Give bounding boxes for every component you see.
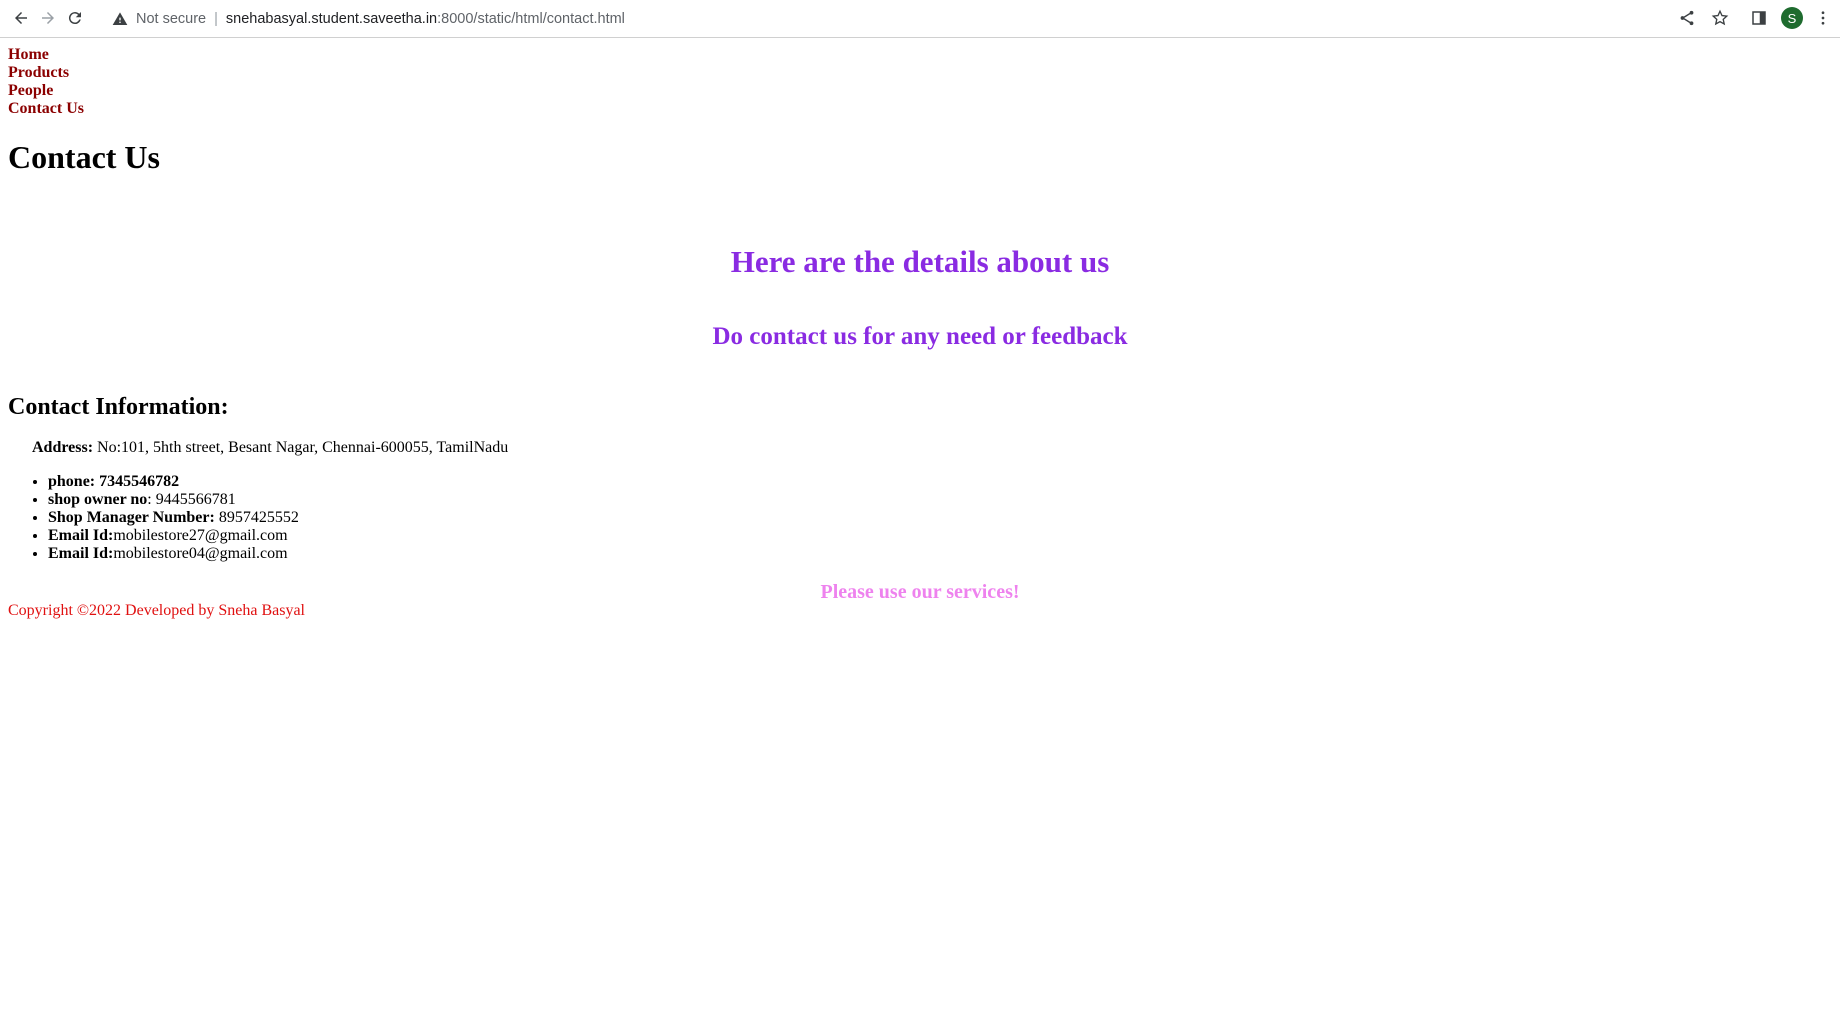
- list-item-phone: phone: 7345546782: [48, 473, 1832, 491]
- bookmark-star-icon[interactable]: [1709, 7, 1731, 29]
- list-item-label: Email Id:: [48, 545, 114, 562]
- url-path: :8000/static/html/contact.html: [437, 10, 625, 27]
- browser-toolbar: Not secure | snehabasyal.student.saveeth…: [0, 0, 1840, 38]
- forward-arrow-icon[interactable]: [37, 7, 59, 29]
- side-panel-icon[interactable]: [1748, 7, 1770, 29]
- address-separator: |: [214, 10, 218, 27]
- page-title: Contact Us: [8, 139, 160, 175]
- list-item-value: mobilestore27@gmail.com: [113, 527, 288, 544]
- details-heading: Here are the details about us: [730, 244, 1110, 279]
- list-item-shop-manager: Shop Manager Number: 8957425552: [48, 509, 1832, 527]
- security-status: Not secure: [136, 10, 207, 27]
- contact-list: phone: 7345546782 shop owner no: 9445566…: [8, 473, 1832, 563]
- list-item-label: shop owner no: [48, 491, 148, 508]
- list-item-value: : 9445566781: [147, 491, 236, 508]
- back-arrow-icon[interactable]: [10, 7, 32, 29]
- list-item-shop-owner: shop owner no: 9445566781: [48, 491, 1832, 509]
- list-item-value: mobilestore04@gmail.com: [113, 545, 288, 562]
- address-line: Address: No:101, 5hth street, Besant Nag…: [32, 438, 1832, 458]
- nav-link-home[interactable]: Home: [8, 46, 1832, 64]
- warning-icon: [112, 11, 128, 25]
- list-item-value: 8957425552: [214, 509, 299, 526]
- list-item-email-1: Email Id:mobilestore27@gmail.com: [48, 527, 1832, 545]
- address-label: Address:: [32, 439, 94, 456]
- contact-info-heading: Contact Information:: [8, 394, 229, 420]
- page-content: Home Products People Contact Us Contact …: [0, 38, 1840, 621]
- site-nav: Home Products People Contact Us: [8, 46, 1832, 118]
- copyright-footer: Copyright ©2022 Developed by Sneha Basya…: [8, 602, 305, 619]
- nav-link-people[interactable]: People: [8, 82, 1832, 100]
- nav-link-contact-us[interactable]: Contact Us: [8, 100, 1832, 118]
- share-icon[interactable]: [1676, 7, 1698, 29]
- contact-heading: Do contact us for any need or feedback: [712, 323, 1128, 350]
- more-menu-icon[interactable]: [1812, 7, 1834, 29]
- list-item-label: Shop Manager Number:: [48, 509, 215, 526]
- url-host: snehabasyal.student.saveetha.in: [225, 10, 438, 27]
- nav-link-products[interactable]: Products: [8, 64, 1832, 82]
- address-bar[interactable]: Not secure | snehabasyal.student.saveeth…: [112, 5, 625, 32]
- list-item-label: Email Id:: [48, 527, 114, 544]
- list-item-email-2: Email Id:mobilestore04@gmail.com: [48, 545, 1832, 563]
- reload-icon[interactable]: [64, 7, 86, 29]
- profile-avatar[interactable]: S: [1781, 7, 1803, 29]
- list-item-label: phone: 7345546782: [48, 473, 180, 490]
- address-value: No:101, 5hth street, Besant Nagar, Chenn…: [93, 439, 509, 456]
